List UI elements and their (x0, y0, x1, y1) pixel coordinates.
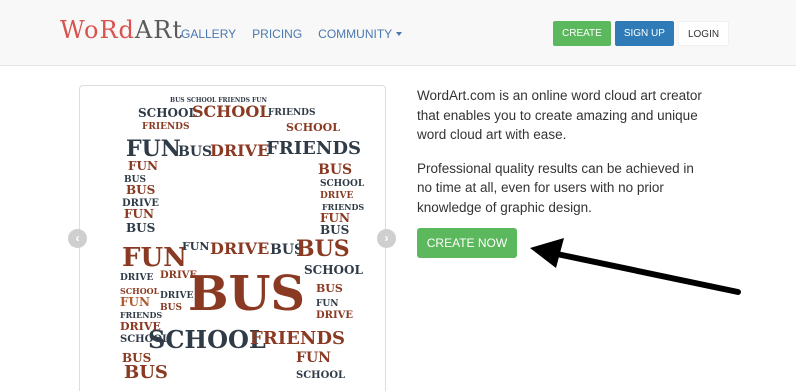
svg-text:FRIENDS: FRIENDS (142, 122, 189, 132)
wordart-logo[interactable]: WoRdARt (60, 16, 183, 52)
svg-text:FUN: FUN (122, 243, 187, 273)
svg-text:DRIVE: DRIVE (210, 239, 269, 258)
chevron-left-icon: ‹ (75, 231, 80, 245)
svg-text:FUN: FUN (316, 299, 338, 309)
svg-text:SCHOOL: SCHOOL (138, 106, 197, 120)
svg-text:FRIENDS: FRIENDS (120, 310, 162, 320)
intro-paragraph-2: Professional quality results can be achi… (417, 160, 694, 215)
chevron-right-icon: › (384, 231, 389, 245)
intro-paragraph-1: WordArt.com is an online word cloud art … (417, 88, 702, 142)
svg-text:SCHOOL: SCHOOL (148, 325, 266, 354)
nav-gallery-link[interactable]: GALLERY (181, 27, 236, 41)
svg-text:BUS: BUS (320, 223, 349, 237)
svg-text:BUS: BUS (124, 362, 168, 383)
caret-down-icon (396, 32, 403, 36)
nav-buttons: CREATE SIGN UP LOGIN (553, 21, 730, 46)
nav-links: GALLERY PRICING COMMUNITY (181, 27, 403, 41)
login-button[interactable]: LOGIN (677, 21, 730, 46)
nav-pricing-link[interactable]: PRICING (252, 27, 302, 41)
svg-text:BUS: BUS (178, 144, 212, 160)
svg-text:SCHOOL: SCHOOL (304, 263, 363, 277)
nav-community-dropdown[interactable]: COMMUNITY (318, 27, 403, 41)
create-button[interactable]: CREATE (553, 21, 611, 46)
svg-text:SCHOOL: SCHOOL (286, 121, 340, 134)
svg-text:FUN: FUN (124, 207, 154, 221)
svg-text:BUS: BUS (316, 282, 343, 295)
svg-text:BUS: BUS (188, 266, 305, 322)
svg-text:FUN: FUN (182, 240, 209, 253)
svg-text:BUS: BUS (318, 162, 352, 178)
svg-text:FRIENDS: FRIENDS (268, 108, 315, 118)
pointer-arrow-icon (530, 238, 741, 295)
svg-text:DRIVE: DRIVE (120, 273, 153, 283)
svg-text:DRIVE: DRIVE (160, 291, 193, 301)
svg-text:FUN: FUN (296, 350, 331, 366)
carousel-next-button[interactable]: › (377, 229, 396, 248)
svg-text:DRIVE: DRIVE (316, 310, 353, 321)
svg-text:DRIVE: DRIVE (320, 191, 353, 201)
logo-art-part: ARt (134, 16, 183, 44)
svg-text:FRIENDS: FRIENDS (250, 328, 345, 349)
svg-text:BUS: BUS (296, 236, 350, 262)
intro-text: WordArt.com is an online word cloud art … (417, 86, 707, 217)
svg-text:FUN: FUN (128, 159, 158, 173)
top-navbar: WoRdARt GALLERY PRICING COMMUNITY CREATE… (0, 0, 796, 66)
create-now-button[interactable]: CREATE NOW (417, 228, 517, 258)
svg-text:SCHOOL: SCHOOL (192, 102, 271, 121)
nav-community-label: COMMUNITY (318, 27, 393, 41)
svg-text:DRIVE: DRIVE (210, 141, 269, 160)
carousel-prev-button[interactable]: ‹ (68, 229, 87, 248)
svg-text:FRIENDS: FRIENDS (266, 138, 361, 159)
bus-word-cloud-image: BUS SCHOOL FRIENDS FUN SCHOOL SCHOOL FRI… (120, 97, 365, 383)
wordart-carousel: BUS SCHOOL FRIENDS FUN SCHOOL SCHOOL FRI… (79, 85, 386, 391)
logo-word-part: WoRd (60, 16, 135, 44)
svg-text:SCHOOL: SCHOOL (296, 370, 345, 381)
svg-text:BUS: BUS (126, 183, 155, 197)
svg-text:SCHOOL: SCHOOL (320, 179, 365, 189)
signup-button[interactable]: SIGN UP (614, 21, 674, 46)
svg-text:BUS: BUS (160, 303, 182, 313)
svg-text:FUN: FUN (120, 295, 150, 309)
svg-text:BUS: BUS (126, 221, 155, 235)
